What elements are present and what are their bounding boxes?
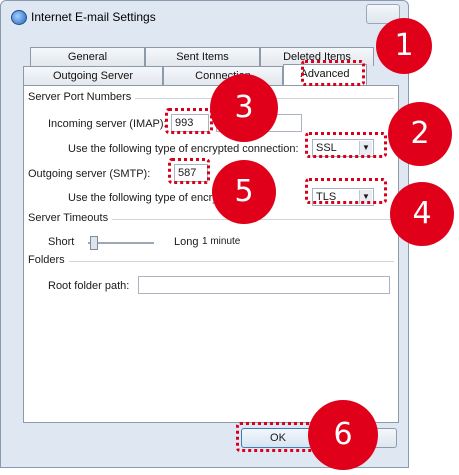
server-timeouts-section-label: Server Timeouts [28, 212, 113, 224]
root-folder-label: Root folder path: [48, 280, 130, 292]
highlight-advanced-tab [301, 60, 365, 86]
highlight-outgoing-port [168, 158, 210, 184]
step-marker-3: 3 [210, 74, 278, 142]
mail-settings-icon [11, 10, 27, 25]
folders-section-label: Folders [28, 254, 69, 266]
highlight-incoming-encryption [305, 132, 387, 158]
tab-general[interactable]: General [30, 47, 145, 66]
highlight-outgoing-encryption [305, 178, 387, 204]
tab-sent-items[interactable]: Sent Items [145, 47, 260, 66]
title-bar: Internet E-mail Settings [1, 1, 408, 31]
root-folder-input[interactable] [138, 276, 390, 294]
highlight-incoming-port [165, 108, 213, 134]
step-marker-4: 4 [390, 182, 454, 246]
step-marker-6: 6 [308, 400, 378, 470]
section-divider [28, 261, 394, 262]
incoming-server-label: Incoming server (IMAP): [48, 118, 167, 130]
outgoing-encryption-label: Use the following type of encrypted conn… [68, 192, 218, 204]
timeout-long-label: Long [174, 236, 199, 248]
server-port-section-label: Server Port Numbers [28, 91, 136, 103]
outgoing-server-label: Outgoing server (SMTP): [28, 168, 151, 180]
tab-outgoing-server[interactable]: Outgoing Server [23, 66, 163, 85]
incoming-encryption-label: Use the following type of encrypted conn… [68, 143, 299, 155]
timeout-short-label: Short [48, 236, 75, 248]
step-marker-5: 5 [212, 160, 276, 224]
window-title: Internet E-mail Settings [31, 10, 156, 24]
highlight-ok-button [236, 422, 318, 452]
timeout-value: 1 minute [202, 236, 241, 247]
timeout-slider-thumb[interactable] [90, 236, 98, 250]
step-marker-2: 2 [388, 102, 452, 166]
step-marker-1: 1 [376, 18, 432, 74]
